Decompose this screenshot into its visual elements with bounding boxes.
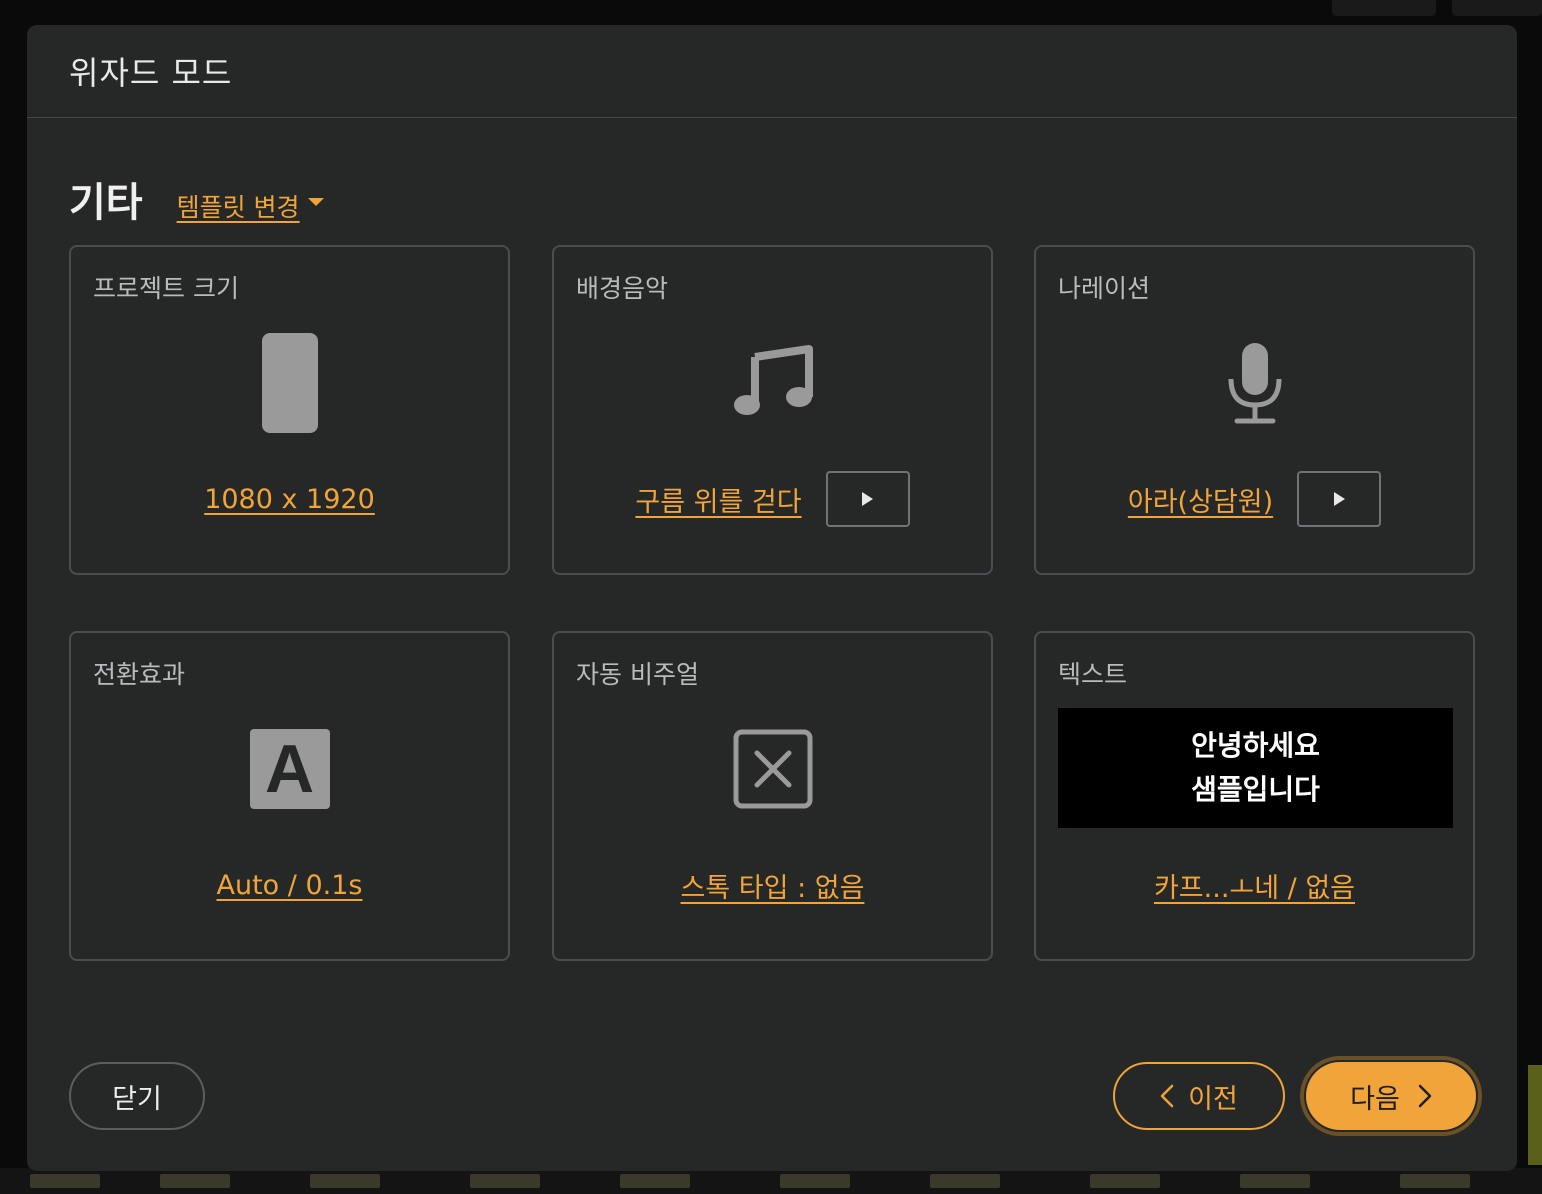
card-value-row: 아라(상담원) (1036, 471, 1473, 527)
next-button[interactable]: 다음 (1306, 1062, 1476, 1130)
card-label: 프로젝트 크기 (93, 274, 239, 303)
card-label: 배경음악 (576, 274, 669, 303)
transition-link[interactable]: Auto / 0.1s (217, 870, 363, 901)
bgm-link[interactable]: 구름 위를 걷다 (635, 480, 801, 519)
letter-a-icon: A (249, 729, 330, 809)
card-label: 텍스트 (1058, 660, 1128, 689)
card-value-row: Auto / 0.1s (71, 857, 508, 913)
timeline-thumbnail (30, 1174, 100, 1188)
timeline-thumbnail (930, 1174, 1000, 1188)
next-button-label: 다음 (1350, 1083, 1400, 1115)
card-value-row: 구름 위를 걷다 (554, 471, 991, 527)
background-panel (1528, 1065, 1542, 1165)
caret-down-icon (307, 198, 324, 206)
card-value-row: 카프...ㅗ네 / 없음 (1036, 857, 1473, 913)
bgm-play-button[interactable] (825, 471, 910, 527)
card-bgm: 배경음악 구름 위를 걷다 (552, 245, 993, 575)
text-preview-line: 샘플입니다 (1191, 773, 1320, 806)
change-template-label: 템플릿 변경 (176, 193, 300, 222)
text-preview: 안녕하세요 샘플입니다 (1058, 708, 1453, 828)
section-title: 기타 (69, 180, 143, 226)
close-button[interactable]: 닫기 (69, 1062, 205, 1130)
card-label: 전환효과 (93, 660, 186, 689)
narration-play-button[interactable] (1297, 471, 1382, 527)
auto-visual-link[interactable]: 스톡 타입 : 없음 (681, 866, 865, 905)
music-note-icon (733, 343, 813, 423)
project-size-link[interactable]: 1080 x 1920 (204, 484, 375, 515)
next-button-focus-ring: 다음 (1300, 1056, 1482, 1136)
play-icon (1333, 492, 1345, 506)
section-header: 기타 템플릿 변경 (69, 170, 324, 228)
text-style-link[interactable]: 카프...ㅗ네 / 없음 (1154, 866, 1355, 905)
timeline-thumbnail (1400, 1174, 1470, 1188)
modal-title: 위자드 모드 (69, 54, 233, 92)
timeline-thumbnail (1090, 1174, 1160, 1188)
timeline-thumbnail (160, 1174, 230, 1188)
timeline-thumbnail (620, 1174, 690, 1188)
close-button-label: 닫기 (112, 1083, 162, 1115)
card-auto-visual: 자동 비주얼 스톡 타입 : 없음 (552, 631, 993, 961)
phone-portrait-icon (261, 333, 318, 433)
timeline-thumbnail (310, 1174, 380, 1188)
timeline-thumbnail (1240, 1174, 1310, 1188)
card-label: 자동 비주얼 (576, 660, 699, 689)
card-transition: 전환효과 A Auto / 0.1s (69, 631, 510, 961)
microphone-icon (1227, 341, 1283, 429)
modal-header: 위자드 모드 (27, 25, 1517, 118)
card-project-size: 프로젝트 크기 1080 x 1920 (69, 245, 510, 575)
card-text: 텍스트 안녕하세요 샘플입니다 카프...ㅗ네 / 없음 (1034, 631, 1475, 961)
change-template-link[interactable]: 템플릿 변경 (177, 188, 324, 224)
wizard-modal: 위자드 모드 기타 템플릿 변경 프로젝트 크기 1080 x 1920 배경음… (27, 25, 1517, 1171)
chevron-right-icon (1418, 1084, 1432, 1108)
background-timeline (0, 1168, 1542, 1194)
text-preview-line: 안녕하세요 (1191, 729, 1320, 763)
card-label: 나레이션 (1058, 274, 1151, 303)
card-value-row: 1080 x 1920 (71, 471, 508, 527)
prev-button[interactable]: 이전 (1113, 1062, 1285, 1130)
background-button (1452, 0, 1542, 16)
x-box-icon (733, 729, 813, 813)
play-icon (862, 492, 874, 506)
prev-button-label: 이전 (1188, 1083, 1238, 1115)
narration-link[interactable]: 아라(상담원) (1128, 480, 1273, 519)
chevron-left-icon (1160, 1084, 1174, 1108)
timeline-thumbnail (780, 1174, 850, 1188)
timeline-thumbnail (470, 1174, 540, 1188)
background-button (1332, 0, 1436, 16)
card-value-row: 스톡 타입 : 없음 (554, 857, 991, 913)
card-narration: 나레이션 아라(상담원) (1034, 245, 1475, 575)
